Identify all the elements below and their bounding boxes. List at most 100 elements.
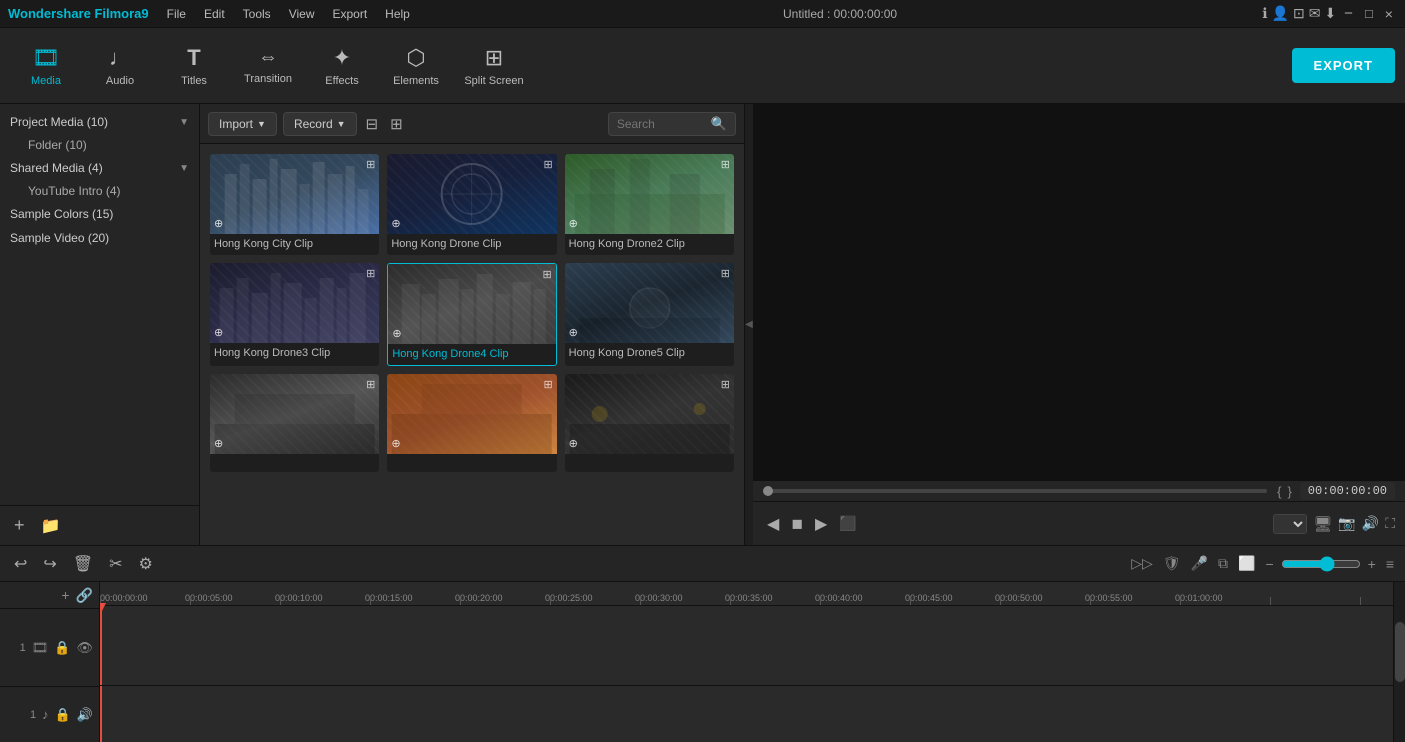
search-icon[interactable]: 🔍 [711,116,727,132]
thumb-label-active: Hong Kong Drone4 Clip [388,344,555,365]
chevron-down-icon: ▼ [179,117,189,128]
timeline-in-icon[interactable]: { [1277,484,1281,499]
undo-button[interactable]: ↩ [8,551,33,577]
menu-help[interactable]: Help [377,5,418,23]
main-area: Project Media (10) ▼ Folder (10) Shared … [0,104,1405,545]
thumb-label: Hong Kong Drone2 Clip [565,234,734,255]
toolbar-item-splitscreen[interactable]: ⊞ Split Screen [454,34,534,98]
sidebar-item-shared-media[interactable]: Shared Media (4) ▼ [0,156,199,180]
toolbar-item-transition[interactable]: ⇔ Transition [232,34,304,98]
add-media-button[interactable]: + [10,511,29,540]
stop-end-button[interactable]: ⬛ [835,511,860,536]
thumb-add-icon-8: ⊕ [391,437,400,450]
info-icon[interactable]: ℹ [1262,5,1267,22]
audio-lock-icon[interactable]: 🔒 [55,707,71,723]
preview-right-group: 1/2 🖥 📷 🔊 ⛶ [1273,514,1395,534]
list-item[interactable]: ⊞ ⊕ Hong Kong Drone5 Clip [565,263,734,366]
timeline-content-area: 00:00:00:00 00:00:05:00 00:00:10:00 00:0… [100,582,1393,742]
preview-timeline-bar: { } 00:00:00:00 [753,481,1405,501]
download-icon[interactable]: ⬇ [1324,5,1336,22]
list-item[interactable]: ⊞ ⊕ [565,374,734,472]
timeline-scrollbar-right[interactable] [1393,582,1405,742]
list-item[interactable]: ⊞ ⊕ Hong Kong Drone3 Clip [210,263,379,366]
maximize-button[interactable]: □ [1361,6,1377,21]
add-folder-button[interactable]: 📁 [37,512,65,540]
screen-icon[interactable]: 🖥 [1313,515,1332,533]
minimize-button[interactable]: − [1340,5,1357,22]
export-button[interactable]: EXPORT [1292,48,1395,83]
thumb-icon-tl: ⊞ [366,158,375,171]
toolbar-item-effects[interactable]: ✦ Effects [306,34,378,98]
list-item[interactable]: ⊞ ⊕ Hong Kong Drone2 Clip [565,154,734,255]
caption-icon[interactable]: ⬜ [1235,552,1258,575]
timeline-main: + 🔗 1 🎞 🔒 👁 1 ♪ 🔒 🔊 [0,582,1405,742]
plus-icon[interactable]: + [1365,553,1379,575]
list-item[interactable]: ⊞ ⊕ Hong Kong City Clip [210,154,379,255]
sidebar-item-sample-colors[interactable]: Sample Colors (15) [0,202,199,226]
crop-icon[interactable]: ⧉ [1215,552,1231,575]
youtube-intro-label: YouTube Intro (4) [28,184,121,198]
adjust-button[interactable]: ⚙ [133,551,159,577]
app-logo: Wondershare Filmora9 [8,6,149,21]
sidebar-item-sample-video[interactable]: Sample Video (20) [0,226,199,250]
compare-icon[interactable]: ⊡ [1293,5,1305,22]
snapshot-icon[interactable]: 📷 [1338,515,1355,532]
prev-frame-button[interactable]: ◀ [763,510,783,538]
eye-icon[interactable]: 👁 [76,640,93,656]
scrollbar-thumb [1395,622,1405,682]
lock-icon[interactable]: 🔒 [54,640,70,656]
add-track-icon[interactable]: + [61,587,69,603]
menu-edit[interactable]: Edit [196,5,233,23]
redo-button[interactable]: ↪ [37,551,62,577]
timeline-out-icon[interactable]: } [1287,484,1291,499]
quality-selector[interactable]: 1/2 [1273,514,1307,534]
more-icon[interactable]: ≡ [1383,553,1397,575]
sidebar-item-youtube-intro[interactable]: YouTube Intro (4) [0,180,199,202]
preview-area [753,104,1405,481]
search-input[interactable] [617,117,707,131]
thumb-add-icon: ⊕ [214,217,223,230]
list-item[interactable]: ⊞ ⊕ [210,374,379,472]
menu-view[interactable]: View [281,5,323,23]
message-icon[interactable]: ✉ [1309,5,1321,22]
play-button[interactable]: ▶ [811,510,831,538]
fullscreen-icon[interactable]: ⛶ [1385,515,1395,532]
stop-button[interactable]: ◼ [787,511,807,536]
list-item[interactable]: ⊞ ⊕ Hong Kong Drone4 Clip [387,263,556,366]
clip-speed-icon[interactable]: ▷▷ [1128,552,1156,575]
preview-controls: ◀ ◼ ▶ ⬛ 1/2 🖥 📷 🔊 ⛶ [753,501,1405,545]
import-button[interactable]: Import ▼ [208,112,277,136]
delete-button[interactable]: 🗑 [67,551,99,577]
shield-icon[interactable]: 🛡 [1160,552,1184,575]
volume-icon[interactable]: 🔊 [1362,515,1379,532]
menu-export[interactable]: Export [324,5,375,23]
media-icon: 🎞 [32,45,60,71]
preview-progress-track[interactable] [763,489,1267,493]
panel-collapse-handle[interactable]: ◀ [745,104,753,545]
zoom-slider[interactable] [1281,556,1361,572]
filter-icon[interactable]: ⊟ [363,112,382,136]
list-item[interactable]: ⊞ ⊕ [387,374,556,472]
menu-file[interactable]: File [159,5,194,23]
mic-icon[interactable]: 🎤 [1188,552,1211,575]
audio-mute-icon[interactable]: 🔊 [77,707,93,723]
list-item[interactable]: ⊞ ⊕ Hong Kong Drone Clip [387,154,556,255]
link-icon[interactable]: 🔗 [76,587,93,604]
toolbar-item-titles[interactable]: T Titles [158,34,230,98]
user-icon[interactable]: 👤 [1272,5,1289,22]
toolbar-item-media[interactable]: 🎞 Media [10,34,82,98]
grid-view-icon[interactable]: ⊞ [387,112,406,136]
sidebar-item-folder[interactable]: Folder (10) [0,134,199,156]
cut-button[interactable]: ✂ [103,551,128,577]
close-button[interactable]: × [1381,6,1397,22]
menu-tools[interactable]: Tools [235,5,279,23]
toolbar-item-elements[interactable]: ⬡ Elements [380,34,452,98]
audio-track-icon: ♪ [42,707,49,722]
splitscreen-icon: ⊞ [485,45,503,71]
record-button[interactable]: Record ▼ [283,112,357,136]
sidebar-item-project-media[interactable]: Project Media (10) ▼ [0,110,199,134]
minus-icon[interactable]: − [1262,553,1276,575]
video-track-icon: 🎞 [32,640,49,656]
toolbar-item-audio[interactable]: ♩ Audio [84,34,156,98]
thumb-icon-tl-7: ⊞ [366,378,375,391]
